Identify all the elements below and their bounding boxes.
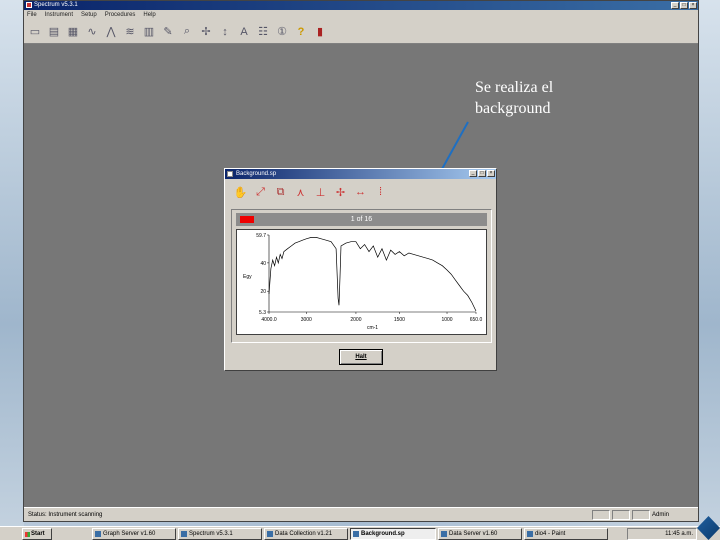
main-toolbar: ▭ ▤ ▦ ∿ ⋀ ≋ ▥ ✎ ⌕ ✢ ↕ A ☷ ① ? ▮	[24, 20, 698, 44]
x-tick-label: 1000	[441, 317, 452, 323]
status-text: Status: Instrument scanning	[28, 512, 103, 518]
x-tick-label: 2000	[350, 317, 361, 323]
child-toolbar: ✋ ⤢ ⧉ ⋏ ⊥ ✢ ↔ ⁞	[225, 179, 496, 205]
task-graph-server[interactable]: Graph Server v1.60	[92, 528, 176, 540]
task-data-server[interactable]: Data Server v1.60	[438, 528, 522, 540]
document-icon	[227, 171, 233, 177]
scale-icon[interactable]: ⤢	[253, 185, 268, 200]
x-tick-label: 4000.0	[261, 317, 277, 323]
halt-button[interactable]: Halt	[339, 349, 383, 365]
menu-help[interactable]: Help	[143, 10, 155, 20]
marker-icon[interactable]: ⁞	[373, 185, 388, 200]
spectrum-icon[interactable]: ∿	[84, 24, 100, 40]
y-tick-label: 59.7	[256, 233, 266, 239]
x-axis-label: cm-1	[367, 325, 378, 331]
spectrum-line	[268, 237, 477, 312]
minimize-button[interactable]: _	[671, 2, 679, 9]
task-label: dio4 - Paint	[535, 531, 566, 537]
y-tick-label: 20	[260, 289, 266, 295]
x-tick-label: 3000	[301, 317, 312, 323]
overlay-icon[interactable]: ⧉	[273, 185, 288, 200]
slide-background-right	[698, 0, 720, 540]
app-title: Spectrum v5.3.1	[34, 2, 78, 8]
child-maximize-button[interactable]: □	[478, 170, 486, 177]
child-minimize-button[interactable]: _	[469, 170, 477, 177]
print-icon[interactable]: ▤	[46, 24, 62, 40]
peaks-icon[interactable]: ⋀	[103, 24, 119, 40]
task-spectrum[interactable]: Spectrum v5.3.1	[178, 528, 262, 540]
close-button[interactable]: ×	[689, 2, 697, 9]
start-label: Start	[31, 531, 45, 537]
task-label: Data Collection v1.21	[275, 531, 333, 537]
app-icon	[26, 2, 32, 8]
menu-file[interactable]: File	[27, 10, 37, 20]
app-titlebar: Spectrum v5.3.1 _ □ ×	[24, 1, 698, 10]
spectrum-plot: 59.7 40 20 5.3 4000.0 3000 2000 1500 1000 650.0 cm…	[236, 229, 487, 335]
taskbar: Start Graph Server v1.60 Spectrum v5.3.1…	[0, 526, 720, 540]
app-icon	[441, 531, 447, 537]
y-tick-label: 40	[260, 261, 266, 267]
move-icon[interactable]: ✢	[198, 24, 214, 40]
statusbar: Status: Instrument scanning Admin	[24, 507, 698, 521]
app-icon	[353, 531, 359, 537]
menubar: File Instrument Setup Procedures Help	[24, 10, 698, 20]
task-data-collection[interactable]: Data Collection v1.21	[264, 528, 348, 540]
system-tray: 11:45 a.m.	[627, 528, 697, 540]
status-cell	[612, 510, 630, 520]
open-icon[interactable]: ▭	[27, 24, 43, 40]
view-icon[interactable]: ▦	[65, 24, 81, 40]
spectrum-header: 1 of 16	[236, 213, 487, 226]
exit-icon[interactable]: ▮	[312, 24, 328, 40]
status-cell	[592, 510, 610, 520]
y-tick-label: 5.3	[259, 310, 266, 316]
info-icon[interactable]: ①	[274, 24, 290, 40]
halt-icon[interactable]: ✋	[233, 185, 248, 200]
x-tick-label: 1500	[394, 317, 405, 323]
clock: 11:45 a.m.	[665, 531, 693, 537]
start-button[interactable]: Start	[22, 528, 52, 540]
windows-icon	[25, 532, 30, 537]
zoom-icon[interactable]: ⌕	[179, 24, 195, 40]
graph-icon[interactable]: ✎	[160, 24, 176, 40]
child-titlebar: Background.sp _ □ ×	[225, 169, 496, 179]
status-user: Admin	[652, 512, 670, 518]
background-window: Background.sp _ □ × ✋ ⤢ ⧉ ⋏ ⊥ ✢ ↔ ⁞ 1 of…	[224, 168, 497, 371]
task-label: Graph Server v1.60	[103, 531, 156, 537]
task-label: Spectrum v5.3.1	[189, 531, 233, 537]
menu-procedures[interactable]: Procedures	[105, 10, 136, 20]
task-background[interactable]: Background.sp	[350, 528, 436, 540]
grid-icon[interactable]: ☷	[255, 24, 271, 40]
annotation-text: Se realiza el background	[475, 79, 554, 117]
status-cell	[632, 510, 650, 520]
app-icon	[527, 531, 533, 537]
scan-counter: 1 of 16	[350, 216, 373, 223]
text-icon[interactable]: A	[236, 24, 252, 40]
slide-background-left	[0, 0, 24, 540]
child-close-button[interactable]: ×	[487, 170, 495, 177]
help-icon[interactable]: ?	[293, 24, 309, 40]
y-axis-label: Egy	[243, 274, 252, 280]
library-icon[interactable]: ▥	[141, 24, 157, 40]
app-icon	[267, 531, 273, 537]
maximize-button[interactable]: □	[680, 2, 688, 9]
task-paint[interactable]: dio4 - Paint	[524, 528, 608, 540]
x-tick-label: 650.0	[470, 317, 483, 323]
spectrum-chart: 59.7 40 20 5.34000.0 3000 2000 1500 1000 650.0 cm…	[243, 233, 483, 331]
menu-setup[interactable]: Setup	[81, 10, 97, 20]
spectrum-panel: 1 of 16 59.7 40 20 5.3 4000.0 3000 2000 1500 100…	[231, 209, 492, 343]
compare-icon[interactable]: ≋	[122, 24, 138, 40]
task-label: Background.sp	[361, 531, 405, 537]
app-icon	[181, 531, 187, 537]
menu-instrument[interactable]: Instrument	[45, 10, 73, 20]
move-icon[interactable]: ✢	[333, 185, 348, 200]
task-label: Data Server v1.60	[449, 531, 498, 537]
app-icon	[95, 531, 101, 537]
range-icon[interactable]: ↔	[353, 185, 368, 200]
child-title: Background.sp	[236, 171, 277, 177]
peak-icon[interactable]: ⋏	[293, 185, 308, 200]
axis-icon[interactable]: ⊥	[313, 185, 328, 200]
scale-icon[interactable]: ↕	[217, 24, 233, 40]
